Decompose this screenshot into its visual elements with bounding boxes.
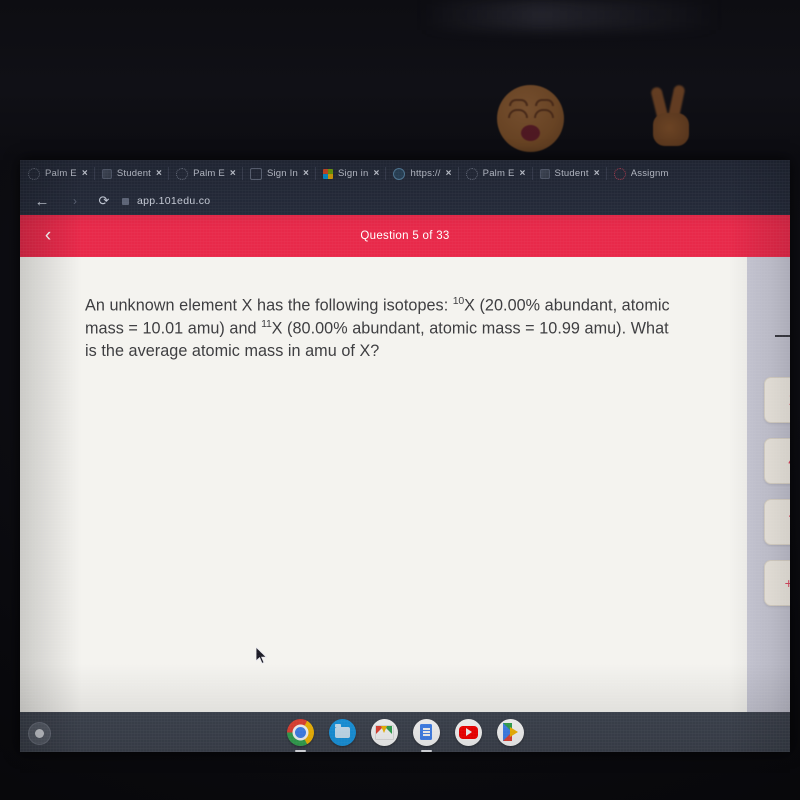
shelf-app-docs[interactable] bbox=[412, 718, 440, 752]
tab-close-icon[interactable]: × bbox=[519, 168, 525, 179]
question-prompt-text: An unknown element X has the following i… bbox=[85, 294, 685, 363]
youtube-icon bbox=[458, 725, 478, 739]
chromebook-screen: Palm E × Student × Palm E × Sign In × Si… bbox=[20, 160, 790, 752]
tab-label: Student bbox=[116, 168, 152, 179]
tab-close-icon[interactable]: × bbox=[82, 168, 88, 179]
isotope-superscript-11: 11 bbox=[261, 318, 272, 331]
browser-tab-6[interactable]: Palm E × bbox=[457, 160, 532, 187]
browser-tab-3[interactable]: Sign In × bbox=[241, 160, 315, 187]
site-info-icon[interactable] bbox=[122, 197, 129, 205]
tab-label: Assignm bbox=[630, 168, 669, 179]
kissing-face-sticker bbox=[497, 85, 564, 152]
signin-favicon-icon bbox=[249, 167, 262, 180]
browser-toolbar: ← › ⟳ app.101edu.co bbox=[20, 187, 790, 215]
tab-label: Palm E bbox=[482, 168, 515, 179]
shelf-app-files[interactable] bbox=[328, 718, 356, 746]
browser-chrome: Palm E × Student × Palm E × Sign In × Si… bbox=[20, 160, 790, 215]
bezel-light-reflection bbox=[420, 0, 720, 30]
calc-key-7[interactable]: 7 bbox=[764, 499, 790, 545]
app-header-bar: ‹ Question 5 of 33 bbox=[20, 215, 790, 257]
victory-hand-sticker bbox=[650, 84, 694, 150]
browser-tab-1[interactable]: Student × bbox=[93, 160, 168, 187]
isotope-superscript-10: 10 bbox=[452, 295, 465, 307]
browser-tab-5[interactable]: https:// × bbox=[385, 160, 457, 187]
shelf-app-youtube[interactable] bbox=[454, 718, 482, 746]
browser-tab-2[interactable]: Palm E × bbox=[168, 160, 242, 187]
shelf-app-play-store[interactable] bbox=[496, 718, 524, 746]
shelf-app-list bbox=[20, 712, 790, 752]
browser-tab-4[interactable]: Sign in × bbox=[314, 160, 386, 187]
tab-close-icon[interactable]: × bbox=[303, 168, 309, 179]
reload-icon[interactable]: ⟳ bbox=[86, 193, 122, 209]
question-part-1: An unknown element X has the following i… bbox=[85, 296, 453, 315]
files-icon bbox=[334, 723, 350, 738]
tab-close-icon[interactable]: × bbox=[446, 168, 452, 179]
tab-close-icon[interactable]: × bbox=[373, 168, 379, 179]
chrome-icon bbox=[294, 726, 306, 738]
palm-favicon-icon bbox=[28, 167, 40, 180]
globe-favicon-icon bbox=[393, 167, 406, 180]
tab-label: Student bbox=[554, 168, 589, 179]
tab-label: Sign in bbox=[337, 168, 369, 179]
tab-label: Palm E bbox=[45, 168, 77, 179]
browser-tab-0[interactable]: Palm E × bbox=[20, 160, 94, 187]
forward-arrow-icon[interactable]: › bbox=[64, 194, 86, 208]
tab-close-icon[interactable]: × bbox=[156, 168, 162, 179]
mouse-cursor bbox=[256, 647, 268, 664]
shelf-app-chrome[interactable] bbox=[286, 718, 314, 752]
tab-label: Palm E bbox=[193, 168, 225, 179]
palm-favicon-icon bbox=[176, 167, 189, 180]
laptop-photo-background: Palm E × Student × Palm E × Sign In × Si… bbox=[0, 0, 800, 800]
calc-key-1[interactable]: 1 bbox=[764, 377, 790, 423]
tab-label: Sign In bbox=[266, 168, 298, 179]
browser-tabstrip: Palm E × Student × Palm E × Sign In × Si… bbox=[20, 160, 790, 187]
palm-favicon-icon bbox=[465, 167, 478, 180]
play-store-icon bbox=[503, 723, 518, 741]
calculator-display-divider bbox=[775, 335, 790, 337]
chromeos-shelf bbox=[20, 712, 790, 752]
docs-icon bbox=[420, 724, 432, 740]
tab-close-icon[interactable]: × bbox=[594, 168, 600, 179]
browser-tab-7[interactable]: Student × bbox=[531, 160, 606, 187]
student-favicon-icon bbox=[539, 168, 550, 179]
tab-label: https:// bbox=[410, 168, 441, 179]
address-bar[interactable]: app.101edu.co bbox=[122, 187, 790, 215]
question-counter-label: Question 5 of 33 bbox=[360, 230, 450, 242]
assignment-favicon-icon bbox=[613, 167, 626, 180]
calculator-rail: 1 4 7 +/- bbox=[747, 257, 790, 712]
calc-key-4[interactable]: 4 bbox=[764, 438, 790, 484]
back-arrow-icon[interactable]: ← bbox=[20, 194, 64, 209]
student-favicon-icon bbox=[101, 168, 112, 179]
shelf-app-gmail[interactable] bbox=[370, 718, 398, 746]
tab-close-icon[interactable]: × bbox=[230, 168, 236, 179]
gmail-icon bbox=[374, 724, 394, 740]
microsoft-favicon-icon bbox=[322, 168, 333, 179]
calc-key-sign[interactable]: +/- bbox=[764, 560, 790, 606]
laptop-top-bezel bbox=[0, 0, 800, 160]
address-bar-url: app.101edu.co bbox=[137, 195, 211, 207]
question-content-area: An unknown element X has the following i… bbox=[20, 257, 747, 712]
browser-tab-8[interactable]: Assignm bbox=[605, 160, 675, 187]
